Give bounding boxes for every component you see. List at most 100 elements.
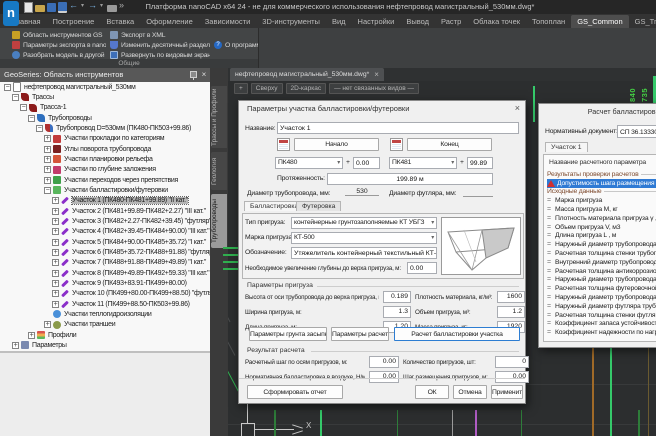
pick-end-icon[interactable] [390, 138, 403, 151]
more-icon[interactable] [119, 2, 129, 12]
tree-expand-toggle[interactable]: + [28, 332, 35, 339]
normative-doc-combo[interactable]: СП 36.13330 [617, 125, 656, 138]
tree-item[interactable]: −Трубопроводы [0, 113, 210, 123]
tree-expand-toggle[interactable]: + [52, 218, 59, 225]
pick-start-icon[interactable] [277, 138, 290, 151]
ribbon-tab-Построение[interactable]: Построение [47, 15, 101, 28]
tree-expand-toggle[interactable]: + [52, 208, 59, 215]
tree-item[interactable]: +Углы поворота трубопровода [0, 144, 210, 154]
field-value[interactable]: 0.00 [495, 371, 529, 383]
ribbon-tab-Вывод[interactable]: Вывод [400, 15, 435, 28]
tree-item[interactable]: −нефтепровод магистральный_530мм [0, 82, 210, 92]
ribbon-item[interactable]: Экспорт в XML [110, 30, 210, 40]
tree-expand-toggle[interactable]: − [36, 125, 43, 132]
tree-expand-toggle[interactable]: + [52, 228, 59, 235]
tree-item[interactable]: +Участок 9 (ПК493+83.91-ПК499+80.00) [0, 278, 210, 288]
ribbon-tab-Вставка[interactable]: Вставка [100, 15, 140, 28]
tree-expand-toggle[interactable]: + [44, 166, 51, 173]
ribbon-tab-GS_Common[interactable]: GS_Common [571, 15, 628, 28]
tree-item[interactable]: −Трасса-1 [0, 103, 210, 113]
tree-expand-toggle[interactable]: + [52, 197, 59, 204]
section-tab[interactable]: Участок 1 [545, 142, 588, 152]
vertical-tab-Геология[interactable]: Геология [211, 152, 227, 190]
ribbon-tab-Зависимости[interactable]: Зависимости [199, 15, 257, 28]
end-offset-input[interactable] [467, 157, 493, 169]
save-as-icon[interactable] [58, 2, 67, 13]
param-row[interactable]: =Расчетная толщина антикоррозио [547, 267, 656, 276]
tree-expand-toggle[interactable]: + [44, 146, 51, 153]
print-icon[interactable] [107, 5, 117, 12]
calc-ballast-button[interactable]: Расчет балластировки участка [394, 327, 520, 341]
apply-button[interactable]: Применить [491, 385, 523, 399]
tree-expand-toggle[interactable]: + [52, 259, 59, 266]
tree-item[interactable]: +Участок 8 (ПК489+49.89-ПК492+59.33) "II… [0, 268, 210, 278]
ribbon-tab-Облака точек[interactable]: Облака точек [467, 15, 526, 28]
start-station-combo[interactable]: ПК480 [275, 157, 343, 169]
start-offset-input[interactable] [353, 157, 380, 169]
back-dropdown-icon[interactable] [81, 2, 86, 12]
cancel-button[interactable]: Отмена [453, 385, 487, 399]
tree-expand-toggle[interactable]: + [52, 290, 59, 297]
soil-params-button[interactable]: Параметры грунта засыпки [249, 327, 327, 341]
tree-expand-toggle[interactable]: − [28, 115, 35, 122]
param-row[interactable]: =Коэффициент надежности по нагр [547, 328, 656, 337]
tree-item[interactable]: −Трассы [0, 92, 210, 102]
panel-close-icon[interactable]: × [199, 68, 209, 82]
forward-dropdown-icon[interactable] [100, 2, 105, 12]
field-value[interactable]: 1.2 [497, 306, 525, 318]
new-file-icon[interactable] [24, 2, 33, 13]
field-value[interactable]: 0.189 [383, 291, 411, 303]
ribbon-item[interactable]: Изменить десятичный разделитель [110, 40, 210, 50]
field-value[interactable]: 1.3 [383, 306, 411, 318]
tree-expand-toggle[interactable]: − [44, 187, 51, 194]
tree-item[interactable]: +Участки планировки рельефа [0, 154, 210, 164]
ok-button[interactable]: ОК [415, 385, 449, 399]
field-value[interactable]: 0 [495, 356, 529, 368]
tree-item[interactable]: +Профили [0, 330, 210, 340]
tree-item[interactable]: +Участок 4 (ПК482+39.45-ПК484+90.00) "II… [0, 227, 210, 237]
param-row[interactable]: =Масса пригруза М, кг [547, 205, 656, 214]
viewport-control[interactable]: + [234, 83, 248, 94]
document-tab-close-icon[interactable]: × [374, 70, 379, 79]
tree-item[interactable]: +Участки траншеи [0, 320, 210, 330]
param-row[interactable]: =Внутренний диаметр трубопровод [547, 258, 656, 267]
ribbon-tab-3D-инструменты[interactable]: 3D-инструменты [256, 15, 326, 28]
tree-expand-toggle[interactable]: + [44, 135, 51, 142]
tree-item[interactable]: Участки теплогидроизоляции [0, 309, 210, 319]
depth-increase-input[interactable] [407, 262, 437, 274]
param-row[interactable]: =Расчетная толщина футеровочной [547, 284, 656, 293]
vertical-tab-Трассы и Профили[interactable]: Трассы и Профили [211, 86, 227, 148]
tree-expand-toggle[interactable]: − [4, 84, 11, 91]
panel-pin-icon[interactable] [190, 71, 197, 78]
tree-expand-toggle[interactable]: + [44, 177, 51, 184]
tree-item[interactable]: +Участок 10 (ПК499+80.00-ПК499+88.50) "ф… [0, 289, 210, 299]
tree-expand-toggle[interactable]: + [52, 270, 59, 277]
tree-item[interactable]: +Участки прокладки по категориям [0, 134, 210, 144]
ribbon-item[interactable]: Разобрать модель в другой чертеж [12, 50, 106, 60]
viewport-control[interactable]: Сверху [251, 83, 283, 94]
tree-item[interactable]: +Участок 6 (ПК485+35.72-ПК488+91.88) "фу… [0, 247, 210, 257]
open-file-icon[interactable] [35, 5, 45, 12]
tree-item[interactable]: +Участок 11 (ПК499+88.50-ПК503+99.86) [0, 299, 210, 309]
param-row[interactable]: =Коэффициент запаса устойчивости [547, 320, 656, 329]
param-row[interactable]: =Расчетная толщина стенки трубоп [547, 249, 656, 258]
back-icon[interactable] [69, 2, 79, 12]
param-row[interactable]: =Наружный диаметр трубопровода [547, 240, 656, 249]
tree-expand-toggle[interactable]: + [52, 239, 59, 246]
tree-item[interactable]: +Участок 5 (ПК484+90.00-ПК485+35.72) "I … [0, 237, 210, 247]
ribbon-tab-Вид[interactable]: Вид [326, 15, 352, 28]
tree-item[interactable]: +Участок 1 (ПК480-ПК481+99.89) "II кат." [0, 196, 210, 206]
tree-item[interactable]: −Участки балластировки/футеровки [0, 185, 210, 195]
tree-expand-toggle[interactable]: − [12, 94, 19, 101]
viewport-control[interactable]: — нет связанных видов — [329, 83, 419, 94]
weight-type-combo[interactable]: контейнерные грунтозаполняемые КТ УБГЗ [291, 217, 437, 229]
tree-expand-toggle[interactable]: − [20, 104, 27, 111]
ribbon-tab-Настройки[interactable]: Настройки [352, 15, 401, 28]
param-row[interactable]: =Длина пригруза L , м [547, 232, 656, 241]
report-button[interactable]: Сформировать отчет [247, 385, 343, 399]
calc-params-button[interactable]: Параметры расчета [331, 327, 389, 341]
end-button[interactable]: Конец [407, 138, 492, 151]
tree-item[interactable]: +Параметры [0, 340, 210, 350]
tree-expand-toggle[interactable]: + [44, 321, 51, 328]
tree-expand-toggle[interactable]: + [12, 342, 19, 349]
